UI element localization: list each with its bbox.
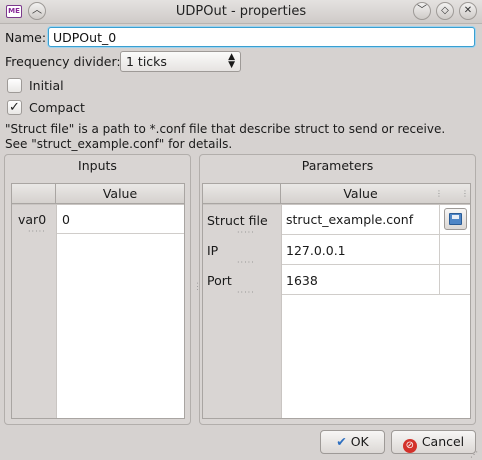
spin-arrows-icon: ▲ ▼ bbox=[228, 52, 235, 70]
frequency-divider-select[interactable]: 1 ticks ▲ ▼ bbox=[120, 51, 241, 72]
column-resize-grip[interactable]: ⋮ bbox=[435, 184, 444, 203]
initial-label: Initial bbox=[29, 78, 64, 93]
parameter-row-name: Port bbox=[207, 273, 232, 288]
parameters-value-column: struct_example.conf 127.0.0.1 1638 bbox=[282, 205, 470, 418]
parameter-row-value[interactable]: 1638 bbox=[286, 273, 318, 288]
inputs-table[interactable]: Value var0 ····· 0 bbox=[11, 183, 185, 419]
cancel-icon: ⊘ bbox=[402, 439, 417, 453]
row-resize-grip[interactable]: ····· bbox=[237, 228, 255, 237]
cancel-button[interactable]: ⊘ Cancel bbox=[391, 430, 476, 454]
close-icon[interactable]: ✕ bbox=[459, 2, 477, 20]
window-resize-grip[interactable]: ⋰ bbox=[470, 450, 478, 459]
frequency-divider-value: 1 ticks bbox=[126, 54, 167, 69]
frequency-divider-label: Frequency divider: bbox=[5, 54, 121, 69]
name-label: Name: bbox=[5, 30, 47, 45]
table-row[interactable]: 127.0.0.1 bbox=[282, 235, 470, 265]
maximize-icon[interactable]: ◇ bbox=[436, 2, 454, 20]
input-row-value[interactable]: 0 bbox=[62, 212, 70, 227]
checkmark-icon: ✔ bbox=[336, 434, 347, 449]
save-icon bbox=[449, 213, 462, 225]
parameters-corner-header bbox=[203, 184, 281, 203]
name-input[interactable] bbox=[48, 27, 475, 47]
table-row[interactable]: 1638 bbox=[282, 265, 470, 295]
inputs-value-column: 0 bbox=[57, 205, 184, 418]
initial-checkbox[interactable] bbox=[7, 78, 22, 93]
parameters-value-header[interactable]: Value bbox=[281, 184, 440, 203]
ok-button[interactable]: ✔ OK bbox=[320, 430, 385, 454]
input-row-name: var0 bbox=[18, 212, 47, 227]
inputs-value-header[interactable]: Value bbox=[56, 184, 184, 203]
minimize-icon[interactable]: ﹀ bbox=[413, 2, 431, 20]
help-text-line1: "Struct file" is a path to *.conf file t… bbox=[5, 122, 446, 136]
table-row[interactable]: 0 bbox=[57, 205, 184, 234]
parameter-row-value[interactable]: 127.0.0.1 bbox=[286, 243, 346, 258]
table-row[interactable]: struct_example.conf bbox=[282, 205, 470, 235]
parameters-table[interactable]: Value ⋮ ⋮ Struct file ····· IP ····· Por… bbox=[202, 183, 471, 419]
inputs-corner-header bbox=[12, 184, 56, 203]
window-title: UDPOut - properties bbox=[175, 4, 307, 19]
parameter-row-name: IP bbox=[207, 243, 219, 258]
browse-file-button[interactable] bbox=[444, 208, 467, 230]
title-bar: ME ︿ UDPOut - properties ﹀ ◇ ✕ bbox=[0, 0, 482, 24]
parameters-group: Parameters Value ⋮ ⋮ Struct file ····· I… bbox=[199, 154, 476, 425]
parameter-row-name: Struct file bbox=[207, 213, 268, 228]
row-resize-grip[interactable]: ····· bbox=[237, 258, 255, 267]
help-text-line2: See "struct_example.conf" for details. bbox=[5, 137, 233, 151]
inputs-group-title: Inputs bbox=[78, 158, 117, 173]
row-resize-grip[interactable]: ····· bbox=[237, 288, 255, 297]
compact-label: Compact bbox=[29, 100, 85, 115]
compact-checkbox[interactable]: ✓ bbox=[7, 100, 22, 115]
row-resize-grip[interactable]: ····· bbox=[28, 227, 46, 236]
column-resize-grip[interactable]: ⋮ bbox=[461, 184, 470, 203]
parameter-row-value[interactable]: struct_example.conf bbox=[286, 212, 413, 227]
inputs-group: Inputs Value var0 ····· 0 bbox=[4, 154, 191, 425]
parameters-group-title: Parameters bbox=[301, 158, 374, 173]
